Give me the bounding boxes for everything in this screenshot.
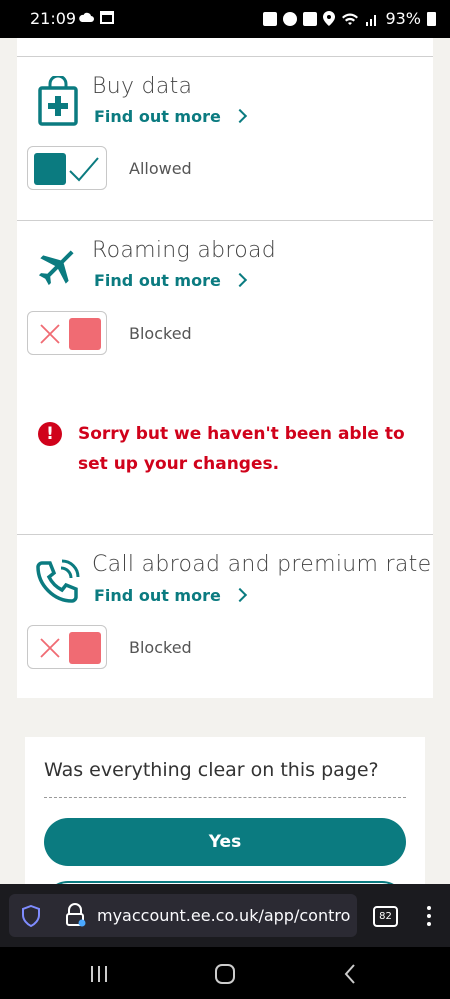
alarm-icon bbox=[283, 11, 298, 26]
status-time: 21:09 bbox=[30, 9, 77, 28]
shopping-bag-plus-icon bbox=[38, 76, 78, 126]
wifi-icon bbox=[342, 13, 359, 25]
cloud-icon bbox=[79, 12, 94, 22]
home-icon[interactable] bbox=[214, 963, 236, 985]
find-out-more-buy-data-link[interactable]: Find out more bbox=[94, 107, 247, 126]
chevron-right-icon bbox=[232, 587, 247, 603]
checkmark-icon bbox=[69, 157, 99, 182]
buy-data-toggle[interactable] bbox=[27, 146, 107, 190]
cross-icon bbox=[40, 324, 60, 344]
phone-call-icon bbox=[36, 559, 80, 603]
section-title-call-abroad: Call abroad and premium rate bbox=[92, 552, 432, 577]
more-menu-icon[interactable] bbox=[427, 906, 431, 930]
location-icon bbox=[323, 11, 336, 26]
call-abroad-toggle[interactable] bbox=[27, 625, 107, 669]
chevron-right-icon bbox=[232, 108, 247, 124]
feedback-card: Was everything clear on this page? Yes bbox=[25, 737, 425, 929]
battery-icon bbox=[427, 11, 436, 26]
section-title-buy-data: Buy data bbox=[92, 74, 193, 99]
toggle-knob bbox=[34, 153, 66, 185]
divider bbox=[17, 220, 433, 221]
cross-icon bbox=[40, 638, 60, 658]
back-icon[interactable] bbox=[343, 963, 357, 985]
toggle-knob bbox=[69, 632, 101, 664]
system-nav-bar bbox=[0, 947, 450, 999]
browser-toolbar: myaccount.ee.co.uk/app/contro 82 bbox=[0, 884, 450, 947]
error-text: Sorry but we haven't been able to set up… bbox=[78, 424, 405, 474]
recent-apps-icon[interactable] bbox=[89, 965, 109, 983]
divider bbox=[17, 534, 433, 535]
shield-icon[interactable] bbox=[21, 905, 41, 927]
status-bar: 21:09 93% bbox=[0, 0, 450, 38]
airplane-icon bbox=[38, 250, 74, 286]
url-text: myaccount.ee.co.uk/app/contro bbox=[97, 906, 351, 925]
call-abroad-status: Blocked bbox=[129, 638, 192, 657]
divider bbox=[44, 797, 406, 798]
mute-icon bbox=[303, 11, 318, 26]
yes-button[interactable]: Yes bbox=[44, 818, 406, 866]
toggle-knob bbox=[69, 318, 101, 350]
lock-icon bbox=[263, 11, 278, 26]
feedback-question: Was everything clear on this page? bbox=[44, 759, 379, 781]
chevron-right-icon bbox=[232, 272, 247, 288]
roaming-abroad-status: Blocked bbox=[129, 324, 192, 343]
find-out-more-roaming-link[interactable]: Find out more bbox=[94, 271, 247, 290]
section-title-roaming-abroad: Roaming abroad bbox=[92, 238, 277, 263]
signal-icon bbox=[366, 14, 377, 26]
error-icon: ! bbox=[38, 422, 62, 446]
buy-data-status: Allowed bbox=[129, 159, 192, 178]
calendar-icon bbox=[100, 11, 114, 24]
lock-icon[interactable] bbox=[64, 903, 86, 927]
address-bar[interactable]: myaccount.ee.co.uk/app/contro bbox=[9, 894, 357, 937]
roaming-abroad-toggle[interactable] bbox=[27, 311, 107, 355]
divider bbox=[17, 56, 433, 57]
find-out-more-call-abroad-link[interactable]: Find out more bbox=[94, 586, 247, 605]
tabs-counter-button[interactable]: 82 bbox=[373, 906, 398, 927]
battery-percent: 93% bbox=[385, 9, 421, 28]
